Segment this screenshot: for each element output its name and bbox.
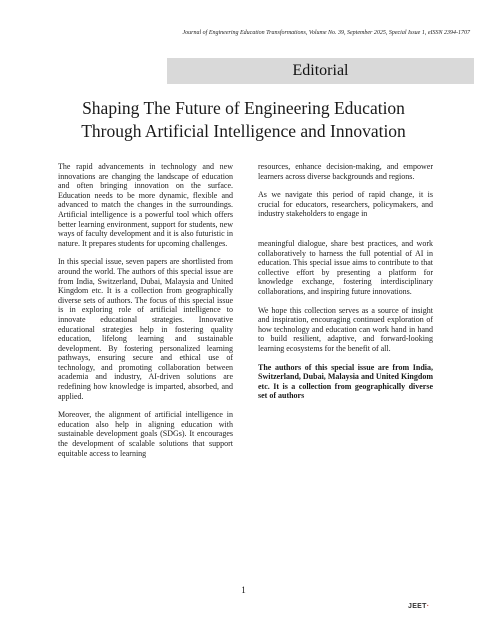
paragraph: The rapid advancements in technology and… — [58, 162, 233, 248]
page-number: 1 — [241, 585, 246, 595]
paragraph: resources, enhance decision-making, and … — [258, 162, 433, 181]
journal-logo: JEET· — [408, 603, 430, 610]
paragraph: As we navigate this period of rapid chan… — [258, 190, 433, 219]
left-column: The rapid advancements in technology and… — [58, 162, 233, 467]
article-title-line-2: Through Artificial Intelligence and Inno… — [81, 121, 406, 141]
paragraph: We hope this collection serves as a sour… — [258, 305, 433, 353]
right-column: resources, enhance decision-making, and … — [258, 162, 433, 410]
section-label: Editorial — [292, 62, 349, 79]
article-title-line-1: Shaping The Future of Engineering Educat… — [82, 98, 405, 118]
paragraph: meaningful dialogue, share best practice… — [258, 238, 433, 296]
journal-logo-text: JEET — [408, 603, 427, 610]
section-banner: Editorial — [167, 58, 474, 84]
paragraph: Moreover, the alignment of artificial in… — [58, 410, 233, 458]
article-title: Shaping The Future of Engineering Educat… — [0, 97, 487, 143]
paragraph: In this special issue, seven papers are … — [58, 257, 233, 401]
highlighted-note: The authors of this special issue are fr… — [258, 362, 433, 401]
journal-header: Journal of Engineering Education Transfo… — [182, 30, 470, 36]
